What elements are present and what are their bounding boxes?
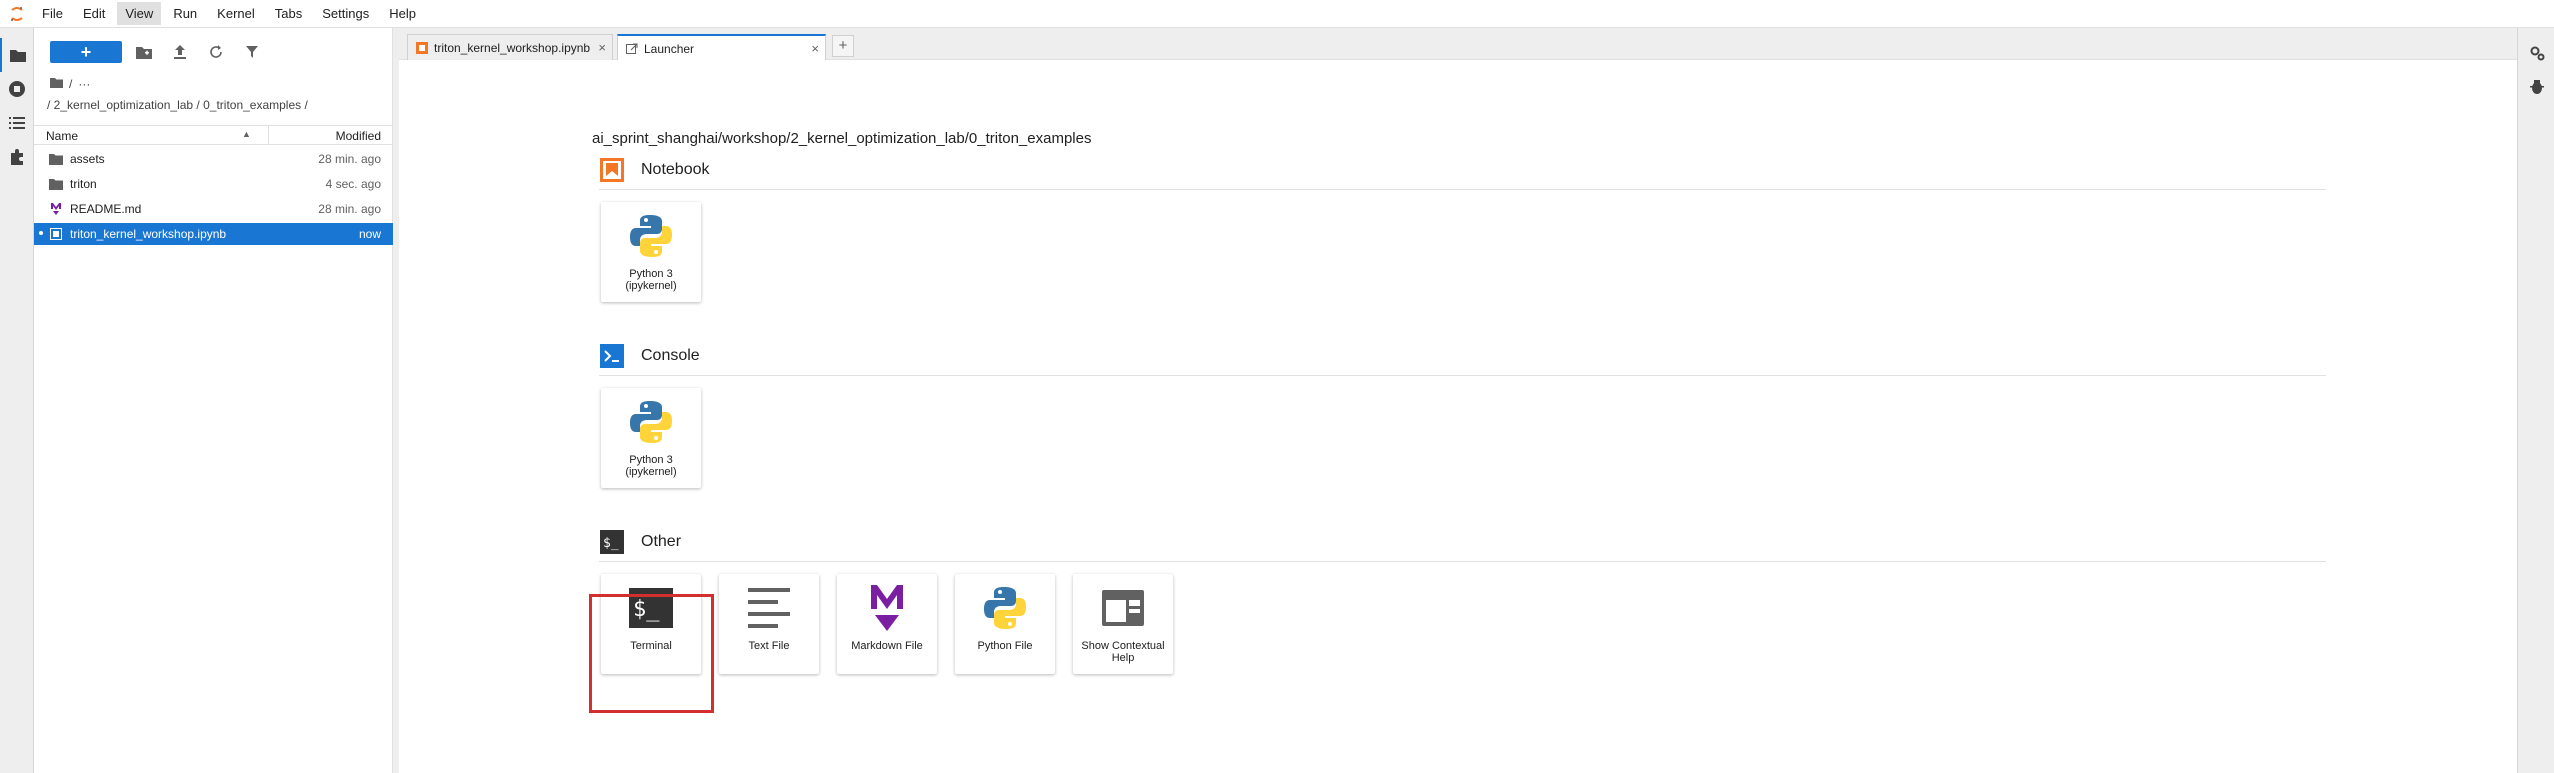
section-notebook: Notebook	[599, 157, 710, 183]
menu-bar: File Edit View Run Kernel Tabs Settings …	[0, 0, 2554, 28]
file-row-assets[interactable]: assets 28 min. ago	[34, 148, 393, 170]
breadcrumb-root[interactable]: /	[69, 77, 72, 91]
section-title: Notebook	[641, 161, 710, 178]
section-divider	[599, 561, 2326, 562]
card-contextual-help[interactable]: Show Contextual Help	[1073, 574, 1173, 674]
card-label: Show Contextual Help	[1081, 640, 1165, 664]
card-text-file[interactable]: Text File	[719, 574, 819, 674]
running-indicator-icon	[39, 231, 43, 235]
menu-view[interactable]: View	[117, 2, 162, 25]
toc-icon[interactable]	[0, 106, 34, 140]
section-other: $_ Other	[599, 529, 681, 555]
add-tab-button[interactable]: +	[832, 35, 854, 57]
section-title: Console	[641, 347, 700, 364]
card-label: Text File	[748, 640, 790, 652]
refresh-icon[interactable]	[205, 41, 227, 63]
new-launcher-button[interactable]: +	[50, 41, 122, 63]
folder-icon	[48, 152, 64, 166]
terminal-highlight-box	[589, 594, 714, 713]
column-modified-header[interactable]: Modified	[336, 129, 381, 143]
running-icon[interactable]	[0, 72, 34, 106]
breadcrumb-top: / ···	[50, 77, 90, 91]
menu-settings[interactable]: Settings	[314, 2, 377, 25]
breadcrumb-ellipsis[interactable]: ···	[78, 77, 90, 91]
folder-icon[interactable]	[0, 38, 34, 72]
card-label: Markdown File	[851, 640, 923, 652]
upload-icon[interactable]	[169, 41, 191, 63]
notebook-file-icon	[48, 227, 64, 241]
breadcrumb-path[interactable]: / 2_kernel_optimization_lab / 0_triton_e…	[47, 98, 308, 112]
right-activity-bar	[2517, 28, 2554, 773]
file-browser: + / ··· / 2_kernel_optimization_lab / 0_…	[34, 28, 393, 773]
folder-icon	[48, 177, 64, 191]
file-name: README.md	[70, 202, 142, 216]
card-label: Python File	[977, 640, 1033, 652]
file-browser-toolbar: +	[34, 39, 393, 65]
main-dock-area: triton_kernel_workshop.ipynb × Launcher …	[399, 28, 2517, 773]
new-folder-icon[interactable]	[133, 41, 155, 63]
menu-run[interactable]: Run	[165, 2, 205, 25]
menu-tabs[interactable]: Tabs	[267, 2, 310, 25]
card-console-python3[interactable]: Python 3 (ipykernel)	[601, 388, 701, 488]
section-divider	[599, 189, 2326, 190]
jupyter-logo-icon	[0, 0, 34, 28]
python-logo-icon	[601, 394, 701, 450]
launcher-cwd-path: ai_sprint_shanghai/workshop/2_kernel_opt…	[592, 130, 1092, 147]
column-name-header[interactable]: Name	[46, 129, 78, 143]
file-row-readme[interactable]: README.md 28 min. ago	[34, 198, 393, 220]
tab-label: Launcher	[644, 42, 695, 56]
other-section-icon: $_	[599, 529, 625, 555]
card-notebook-python3[interactable]: Python 3 (ipykernel)	[601, 202, 701, 302]
column-divider[interactable]	[268, 126, 269, 144]
file-name: triton_kernel_workshop.ipynb	[70, 227, 227, 241]
tab-label: triton_kernel_workshop.ipynb	[434, 41, 591, 55]
file-row-triton[interactable]: triton 4 sec. ago	[34, 173, 393, 195]
card-label: Python 3 (ipykernel)	[625, 268, 677, 292]
contextual-help-icon	[1073, 580, 1173, 636]
card-markdown-file[interactable]: Markdown File	[837, 574, 937, 674]
close-icon[interactable]: ×	[598, 40, 606, 55]
file-name: triton	[70, 177, 97, 191]
launcher-icon	[626, 43, 638, 55]
sort-caret-icon: ▲	[242, 129, 251, 139]
file-modified: now	[358, 227, 381, 241]
file-modified: 28 min. ago	[318, 202, 381, 216]
section-divider	[599, 375, 2326, 376]
launcher-panel: ai_sprint_shanghai/workshop/2_kernel_opt…	[399, 60, 2517, 773]
close-icon[interactable]: ×	[811, 41, 819, 56]
notebook-section-icon	[599, 157, 625, 183]
markdown-file-icon	[48, 202, 64, 216]
tab-launcher[interactable]: Launcher ×	[617, 34, 826, 62]
menu-edit[interactable]: Edit	[75, 2, 113, 25]
python-logo-icon	[601, 208, 701, 264]
tab-notebook[interactable]: triton_kernel_workshop.ipynb ×	[407, 34, 613, 61]
file-list-header: Name ▲ Modified	[34, 125, 393, 145]
tab-bar: triton_kernel_workshop.ipynb × Launcher …	[399, 28, 2517, 62]
property-inspector-icon[interactable]	[2518, 36, 2554, 70]
section-console: Console	[599, 343, 700, 369]
file-modified: 4 sec. ago	[325, 177, 381, 191]
file-name: assets	[70, 152, 105, 166]
debugger-icon[interactable]	[2518, 70, 2554, 104]
text-file-icon	[719, 580, 819, 636]
card-label: Python 3 (ipykernel)	[625, 454, 677, 478]
menu-kernel[interactable]: Kernel	[209, 2, 263, 25]
file-row-notebook[interactable]: triton_kernel_workshop.ipynb now	[34, 223, 393, 245]
filter-icon[interactable]	[241, 41, 263, 63]
home-folder-icon[interactable]	[50, 77, 63, 91]
extension-icon[interactable]	[0, 140, 34, 174]
notebook-icon	[416, 42, 428, 54]
section-title: Other	[641, 533, 682, 550]
file-modified: 28 min. ago	[318, 152, 381, 166]
card-python-file[interactable]: Python File	[955, 574, 1055, 674]
markdown-icon	[837, 580, 937, 636]
console-section-icon	[599, 343, 625, 369]
menu-file[interactable]: File	[34, 2, 71, 25]
python-logo-icon	[955, 580, 1055, 636]
menu-help[interactable]: Help	[381, 2, 424, 25]
svg-text:$_: $_	[603, 536, 619, 551]
left-activity-bar	[0, 28, 34, 773]
